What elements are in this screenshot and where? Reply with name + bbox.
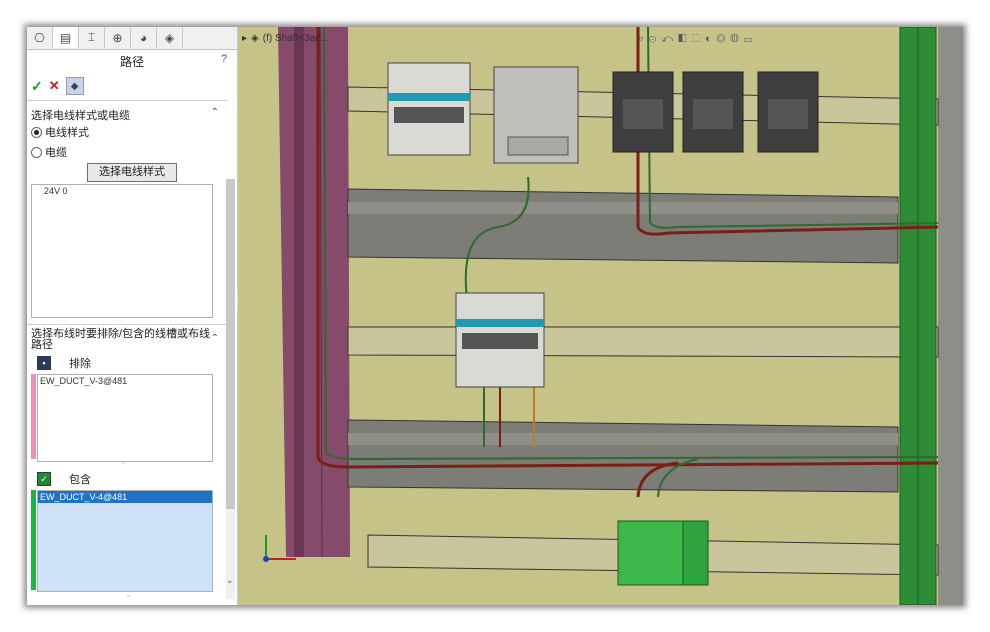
app-window: ⎔ ▤ ⌶ ⊕ ◕ ◈ 路径 ? ✓ ✕ ◆ 选择电线样式或电缆 ⌃ 电线样式 … [27,27,963,605]
appearance-edit-icon[interactable]: ◍ [730,33,744,45]
breaker-stripe [388,93,470,101]
cabinet-side-panel [938,27,963,605]
previous-view-icon[interactable]: ↶ [661,33,678,45]
property-manager-panel: ⎔ ▤ ⌶ ⊕ ◕ ◈ 路径 ? ✓ ✕ ◆ 选择电线样式或电缆 ⌃ 电线样式 … [27,27,238,605]
list-item[interactable]: EW_DUCT_V-3@481 [38,375,212,387]
din-rail-2[interactable] [347,326,939,358]
hide-show-icon[interactable]: ◎ [717,33,731,45]
breaker-toggles [394,107,464,123]
list-item[interactable]: 24V 0 [32,185,212,197]
help-icon[interactable]: ? [221,53,227,65]
duct-lid [348,202,898,214]
radio-selected-icon[interactable] [31,126,42,138]
list-item-selected[interactable]: EW_DUCT_V-4@481 [38,491,212,503]
section-route-title-line1: 选择布线时要排除/包含的线槽或布线 [31,328,211,340]
exclude-color-strip [31,374,36,459]
breadcrumb-text[interactable]: (f) Shaft<3ad... [263,33,329,44]
include-label: 包含 [69,474,91,486]
collapse-caret-icon[interactable]: ⌃ [211,333,219,344]
cancel-button[interactable]: ✕ [49,78,60,94]
display-style-icon[interactable]: ◐ [705,33,717,45]
scroll-down-icon[interactable]: ⌄ [226,575,234,586]
duct-lid [348,433,898,445]
include-checkbox[interactable]: ✓ [37,472,51,486]
panel-title: 路径 [119,55,144,69]
select-wire-style-button[interactable]: 选择电线样式 [87,163,177,182]
duct-slot [294,27,304,557]
configuration-icon[interactable]: ⌶ [79,27,105,48]
radio-cable-label: 电缆 [45,147,67,159]
property-manager-icon[interactable]: ▤ [53,27,79,48]
exclude-label: 排除 [69,358,91,370]
pin-icon[interactable]: ◆ [65,77,84,95]
horizontal-duct-2[interactable] [347,419,899,493]
wire-style-list[interactable]: 24V 0 [31,184,213,318]
monitor-icon[interactable]: ▭ [744,33,757,45]
resize-grip-icon[interactable]: ◦ [122,460,124,467]
breadcrumb[interactable]: ▸ ◈ (f) Shaft<3ad... [242,33,329,44]
dimxpert-icon[interactable]: ⊕ [105,27,131,48]
view-orientation-icon[interactable]: ⬚ [692,33,705,45]
feature-manager-icon[interactable]: ⎔ [27,27,53,48]
radio-cable[interactable]: 电缆 [31,144,67,160]
collapse-caret-icon[interactable]: ⌃ [211,107,219,118]
panel-tabs: ⎔ ▤ ⌶ ⊕ ◕ ◈ [27,27,237,50]
section-route-title: 选择布线时要排除/包含的线槽或布线 路径 [31,329,211,351]
vertical-duct-left[interactable] [278,27,350,557]
exclude-checkbox[interactable]: ▪ [37,356,51,370]
part-icon[interactable]: ◈ [251,33,259,44]
display-manager-icon[interactable]: ◕ [131,27,157,48]
axis-origin [263,556,269,562]
breaker-toggles [462,333,538,349]
graphics-viewport[interactable]: ▸ ◈ (f) Shaft<3ad... ⌕⊙↶◧⬚◐◎◍▭ [238,27,963,605]
action-bar: ✓ ✕ ◆ [31,77,84,95]
relay-face [768,99,808,129]
zoom-fit-icon[interactable]: ⌕ [638,33,649,45]
confirm-button[interactable]: ✓ [31,78,43,95]
radio-wire-style-label: 电线样式 [45,127,89,139]
relay-face [693,99,733,129]
horizontal-duct-1[interactable] [347,188,899,264]
terminal-block-end [682,520,709,586]
radio-wire-style[interactable]: 电线样式 [31,124,89,140]
include-color-strip [31,490,36,590]
relay-face [623,99,663,129]
heads-up-toolbar: ⌕⊙↶◧⬚◐◎◍▭ [638,33,757,46]
divider [27,324,227,325]
cabinet-3d-model[interactable] [238,27,963,605]
section-view-icon[interactable]: ◧ [678,33,691,45]
breaker-stripe [456,319,544,327]
radio-unselected-icon[interactable] [31,146,42,158]
panel-scrollbar-thumb[interactable] [226,179,235,509]
include-list[interactable]: EW_DUCT_V-4@481 [37,490,213,592]
divider [27,100,227,101]
zoom-area-icon[interactable]: ⊙ [649,33,661,45]
section-wire-style-title: 选择电线样式或电缆 [31,110,130,122]
exclude-list[interactable]: EW_DUCT_V-3@481 [37,374,213,462]
expand-arrow-icon[interactable]: ▸ [242,33,247,44]
contactor-terminals [507,136,569,156]
section-route-title-line2: 路径 [31,339,53,351]
appearance-icon[interactable]: ◈ [157,27,183,48]
resize-grip-icon[interactable]: ◦ [127,593,129,600]
